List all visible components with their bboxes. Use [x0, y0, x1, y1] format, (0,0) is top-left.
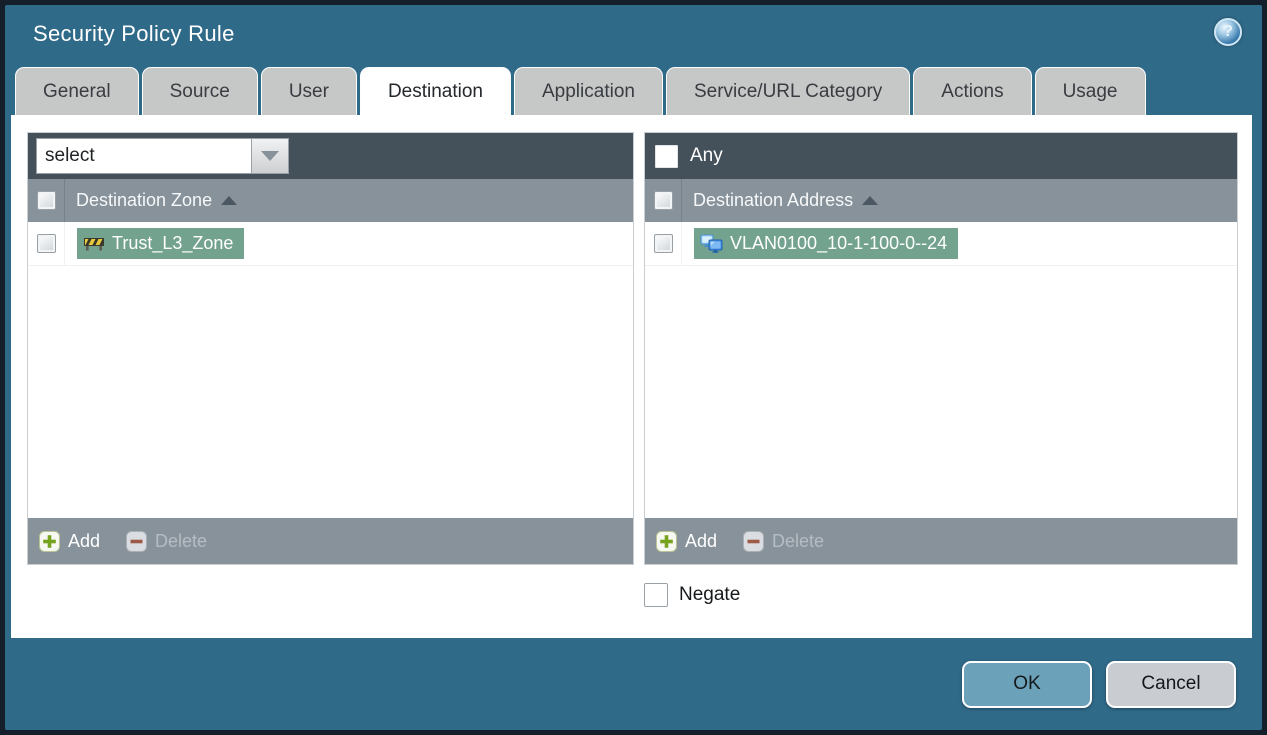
address-select-all-cell	[645, 179, 682, 222]
panels-row: Destination Zone	[27, 132, 1238, 565]
zone-rows: Trust_L3_Zone	[28, 222, 633, 518]
address-add-label: Add	[685, 530, 718, 551]
table-row: VLAN0100_10-1-100-0--24	[645, 222, 1237, 266]
zone-icon	[84, 238, 104, 251]
network-address-icon	[700, 234, 723, 253]
tab-actions[interactable]: Actions	[913, 67, 1032, 115]
address-column-header: Destination Address	[645, 179, 1237, 222]
zone-add-label: Add	[68, 530, 101, 551]
zone-column-header: Destination Zone	[28, 179, 633, 222]
cancel-button[interactable]: Cancel	[1106, 660, 1236, 708]
address-rows: VLAN0100_10-1-100-0--24	[645, 222, 1237, 518]
dialog-titlebar: Security Policy Rule ?	[5, 5, 1262, 63]
negate-checkbox[interactable]	[644, 583, 668, 607]
zone-select-input[interactable]	[36, 138, 251, 174]
delete-icon	[126, 530, 148, 552]
tab-general[interactable]: General	[15, 67, 139, 115]
zone-row-label: Trust_L3_Zone	[112, 233, 234, 253]
zone-row-chip[interactable]: Trust_L3_Zone	[77, 228, 245, 259]
sort-ascending-icon	[862, 196, 879, 205]
address-row-label: VLAN0100_10-1-100-0--24	[730, 233, 948, 253]
zone-delete-label: Delete	[155, 530, 208, 551]
address-column-label[interactable]: Destination Address	[682, 190, 879, 211]
tab-destination[interactable]: Destination	[359, 67, 511, 115]
zone-column-label[interactable]: Destination Zone	[65, 190, 238, 211]
delete-icon	[743, 530, 765, 552]
zone-delete-button[interactable]: Delete	[126, 530, 208, 552]
address-panel-toolbar: Any	[645, 133, 1237, 179]
destination-address-panel: Any Destination Address VLAN0100_10-1-10…	[644, 132, 1238, 565]
address-delete-label: Delete	[772, 530, 825, 551]
help-icon[interactable]: ?	[1214, 18, 1242, 46]
zone-column-label-text: Destination Zone	[76, 190, 213, 210]
any-label: Any	[690, 145, 723, 166]
dialog-footer: OK Cancel	[5, 638, 1262, 730]
zone-add-button[interactable]: Add	[39, 530, 101, 552]
zone-select-all-checkbox[interactable]	[36, 191, 56, 210]
add-icon	[656, 530, 677, 552]
negate-label: Negate	[679, 584, 741, 605]
destination-tab-content: Destination Zone	[11, 115, 1252, 638]
any-control: Any	[653, 144, 723, 168]
address-row-checkbox[interactable]	[653, 234, 673, 253]
zone-select-combobox	[36, 138, 289, 174]
negate-control: Negate	[644, 583, 1238, 607]
ok-button[interactable]: OK	[962, 660, 1092, 708]
zone-select-all-cell	[28, 179, 65, 222]
security-policy-rule-dialog: Security Policy Rule ? General Source Us…	[5, 5, 1262, 730]
tab-usage[interactable]: Usage	[1034, 67, 1146, 115]
address-panel-footer: Add Delete	[645, 518, 1237, 564]
row-checkbox-cell	[645, 222, 682, 265]
tab-bar: General Source User Destination Applicat…	[5, 63, 1262, 115]
row-checkbox-cell	[28, 222, 65, 265]
address-add-button[interactable]: Add	[656, 530, 718, 552]
screen-frame: Security Policy Rule ? General Source Us…	[0, 0, 1267, 735]
table-row: Trust_L3_Zone	[28, 222, 633, 266]
dialog-title: Security Policy Rule	[33, 21, 235, 46]
address-delete-button[interactable]: Delete	[743, 530, 825, 552]
zone-row-checkbox[interactable]	[36, 234, 56, 253]
zone-panel-toolbar	[28, 133, 633, 179]
address-select-all-checkbox[interactable]	[653, 191, 673, 210]
zone-panel-footer: Add Delete	[28, 518, 633, 564]
tab-user[interactable]: User	[260, 67, 357, 115]
address-row-chip[interactable]: VLAN0100_10-1-100-0--24	[694, 228, 959, 259]
add-icon	[39, 530, 60, 552]
chevron-down-icon	[261, 151, 279, 161]
tab-source[interactable]: Source	[141, 67, 258, 115]
sort-ascending-icon	[221, 196, 238, 205]
destination-zone-panel: Destination Zone	[27, 132, 634, 565]
tab-application[interactable]: Application	[514, 67, 663, 115]
zone-select-dropdown-button[interactable]	[251, 138, 289, 174]
tab-service-url-category[interactable]: Service/URL Category	[665, 67, 911, 115]
any-checkbox[interactable]	[655, 144, 678, 168]
address-column-label-text: Destination Address	[693, 190, 854, 210]
